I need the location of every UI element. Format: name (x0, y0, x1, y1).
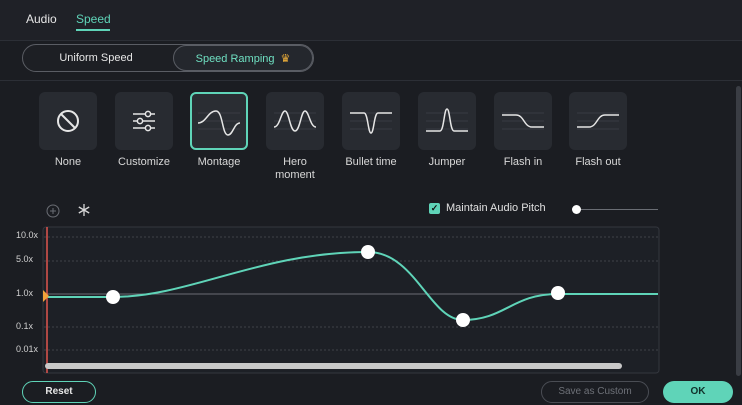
preset-montage[interactable]: Montage (189, 92, 249, 169)
reset-button[interactable]: Reset (22, 381, 96, 403)
preset-tile (418, 92, 476, 150)
preset-none[interactable]: None (38, 92, 98, 169)
preset-label: Customize (118, 156, 170, 168)
speed-ramping-label: Speed Ramping (195, 53, 275, 65)
active-tab-indicator (76, 29, 110, 31)
curve-keypoint (551, 286, 565, 300)
preset-label: Jumper (428, 156, 466, 168)
speed-mode-switch: Uniform Speed Speed Ramping ♛ (22, 44, 314, 72)
crown-icon: ♛ (280, 53, 291, 65)
preset-flash-out[interactable]: Flash out (568, 92, 628, 169)
top-tab-bar: Audio Speed (0, 0, 742, 41)
montage-curve-icon (197, 110, 241, 136)
tab-audio[interactable]: Audio (26, 12, 57, 26)
preset-flash-in[interactable]: Flash in (493, 92, 553, 169)
preset-label: Flash out (575, 156, 621, 168)
horizontal-scrollbar (45, 363, 622, 369)
speed-ramping-button[interactable]: Speed Ramping ♛ (173, 45, 313, 71)
maintain-audio-pitch-checkbox[interactable]: ✓ Maintain Audio Pitch (429, 202, 546, 214)
preset-label: None (54, 156, 82, 168)
preset-tile (342, 92, 400, 150)
add-point-icon[interactable] (46, 204, 60, 223)
flash-out-curve-icon (577, 112, 619, 130)
preset-label: Flash in (503, 156, 543, 168)
ok-button[interactable]: OK (663, 381, 733, 403)
flash-in-curve-icon (502, 112, 544, 130)
curve-keypoint (361, 245, 375, 259)
preset-tile (266, 92, 324, 150)
curve-keypoint (106, 290, 120, 304)
audio-pitch-slider[interactable] (572, 204, 658, 216)
preset-bullet-time[interactable]: Bullet time (341, 92, 401, 169)
preset-tile (569, 92, 627, 150)
tab-speed[interactable]: Speed (76, 12, 111, 26)
section-divider (0, 80, 742, 81)
save-as-custom-button[interactable]: Save as Custom (541, 381, 649, 403)
slider-track (578, 209, 658, 210)
checkbox-checked-icon: ✓ (429, 202, 440, 214)
preset-hero-moment[interactable]: Hero moment (265, 92, 325, 182)
preset-jumper[interactable]: Jumper (417, 92, 477, 169)
preset-tile (115, 92, 173, 150)
freeze-frame-icon[interactable] (77, 203, 91, 222)
preset-label: Hero moment (275, 156, 315, 181)
speed-curve-canvas (42, 226, 660, 374)
preset-label: Montage (197, 156, 241, 168)
slider-knob[interactable] (572, 205, 581, 214)
jumper-curve-icon (426, 108, 468, 132)
uniform-speed-button[interactable]: Uniform Speed (23, 45, 169, 71)
no-symbol-icon (57, 110, 79, 132)
preset-tile (39, 92, 97, 150)
uniform-speed-label: Uniform Speed (59, 52, 133, 64)
sliders-icon (133, 110, 155, 132)
maintain-audio-pitch-label: Maintain Audio Pitch (446, 202, 546, 214)
preset-label: Bullet time (345, 156, 397, 168)
preset-customize[interactable]: Customize (114, 92, 174, 169)
curve-keypoint (456, 313, 470, 327)
speed-curve-graph[interactable]: 10.0x 5.0x 1.0x 0.1x 0.01x (0, 222, 742, 376)
preset-tile (494, 92, 552, 150)
hero-moment-curve-icon (273, 110, 317, 132)
bullet-time-curve-icon (350, 112, 392, 134)
preset-tile (190, 92, 248, 150)
